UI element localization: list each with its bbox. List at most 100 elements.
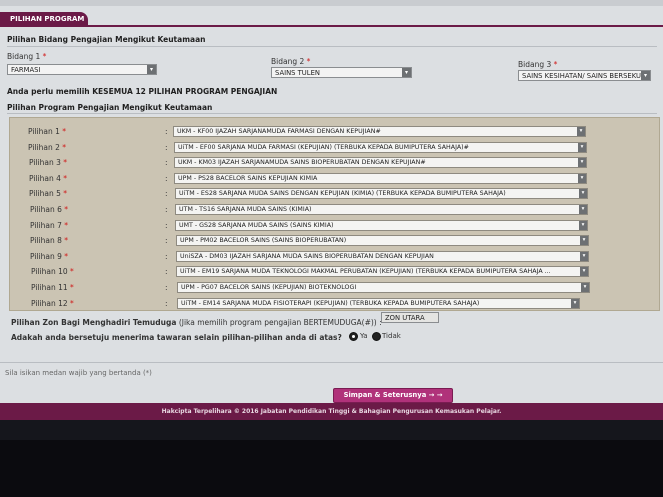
radio-tidak-label: Tidak bbox=[382, 332, 401, 340]
pilihan-select-value: UMT - GS28 SARJANA MUDA SAINS (SAINS KIM… bbox=[179, 222, 334, 229]
pilihan-label: Pilihan 8 * bbox=[30, 236, 68, 245]
dropdown-arrow-icon: ▾ bbox=[578, 174, 586, 183]
tawaran-question: Adakah anda bersetuju menerima tawaran s… bbox=[11, 333, 342, 342]
dropdown-arrow-icon: ▾ bbox=[580, 252, 588, 261]
pilihan-select-value: UiTM - ES28 SARJANA MUDA SAINS DENGAN KE… bbox=[179, 190, 506, 197]
pilihan-label-text: Pilihan 9 bbox=[30, 252, 62, 261]
pilihan-select[interactable]: UPM - PG07 BACELOR SAINS (KEPUJIAN) BIOT… bbox=[177, 282, 590, 293]
pilihan-select[interactable]: UiTM - EM19 SARJANA MUDA TEKNOLOGI MAKMA… bbox=[176, 266, 589, 277]
bidang-2-label: Bidang 2 * bbox=[271, 57, 311, 66]
pilihan-label-text: Pilihan 1 bbox=[28, 127, 60, 136]
dropdown-arrow-icon: ▾ bbox=[581, 283, 589, 292]
colon: : bbox=[165, 299, 168, 308]
dropdown-arrow-icon: ▾ bbox=[580, 236, 588, 245]
pilihan-select-value: UPM - PS28 BACELOR SAINS KEPUJIAN KIMIA bbox=[178, 175, 318, 182]
pilihan-label-text: Pilihan 10 bbox=[31, 267, 68, 276]
tab-rule bbox=[88, 25, 663, 27]
pilihan-label-text: Pilihan 2 bbox=[28, 143, 60, 152]
zon-label: Pilihan Zon Bagi Menghadiri Temuduga (Ji… bbox=[11, 318, 382, 327]
pilihan-label: Pilihan 2 * bbox=[28, 143, 66, 152]
colon: : bbox=[165, 205, 168, 214]
radio-tidak[interactable] bbox=[372, 332, 381, 341]
pilihan-select[interactable]: UKM - KF00 IJAZAH SARJANAMUDA FARMASI DE… bbox=[173, 126, 586, 137]
divider bbox=[7, 113, 657, 114]
dropdown-arrow-icon: ▾ bbox=[641, 71, 650, 80]
required-mark: * bbox=[64, 205, 69, 214]
dropdown-arrow-icon: ▾ bbox=[402, 68, 411, 77]
pilihan-select[interactable]: UiTM - ES28 SARJANA MUDA SAINS DENGAN KE… bbox=[175, 188, 588, 199]
pilihan-label: Pilihan 3 * bbox=[29, 158, 67, 167]
pilihan-select[interactable]: UiTM - EF00 SARJANA MUDA FARMASI (KEPUJI… bbox=[174, 142, 587, 153]
required-mark: * bbox=[62, 143, 67, 152]
pilihan-select[interactable]: UKM - KM03 IJAZAH SARJANAMUDA SAINS BIOP… bbox=[174, 157, 587, 168]
bidang-section-title: Pilihan Bidang Pengajian Mengikut Keutam… bbox=[7, 35, 206, 44]
required-mark: * bbox=[70, 299, 74, 308]
bidang-1-label: Bidang 1 * bbox=[7, 52, 47, 61]
pilihan-label: Pilihan 1 * bbox=[28, 127, 66, 136]
dropdown-arrow-icon: ▾ bbox=[571, 299, 579, 308]
taskbar bbox=[0, 420, 663, 440]
required-mark: * bbox=[64, 236, 69, 245]
pilihan-label-text: Pilihan 7 bbox=[30, 221, 62, 230]
dropdown-arrow-icon: ▾ bbox=[580, 267, 588, 276]
colon: : bbox=[165, 236, 168, 245]
colon: : bbox=[165, 221, 168, 230]
bidang-3-label: Bidang 3 * bbox=[518, 60, 558, 69]
pilihan-label: Pilihan 6 * bbox=[30, 205, 68, 214]
pilihan-select-value: UiTM - EF00 SARJANA MUDA FARMASI (KEPUJI… bbox=[178, 144, 469, 151]
pilihan-label-text: Pilihan 12 bbox=[31, 299, 68, 308]
dropdown-arrow-icon: ▾ bbox=[579, 205, 587, 214]
pilihan-label: Pilihan 7 * bbox=[30, 221, 68, 230]
radio-ya-label: Ya bbox=[360, 332, 368, 340]
divider bbox=[7, 46, 657, 47]
bidang-1-select[interactable]: FARMASI ▾ bbox=[7, 64, 157, 75]
colon: : bbox=[165, 143, 168, 152]
required-mark: * bbox=[63, 189, 68, 198]
bidang-2-select[interactable]: SAINS TULEN ▾ bbox=[271, 67, 412, 78]
pilihan-label: Pilihan 5 * bbox=[29, 189, 67, 198]
pilihan-select[interactable]: UiTM - EM14 SARJANA MUDA FISIOTERAPI (KE… bbox=[177, 298, 580, 309]
pilihan-select[interactable]: UniSZA - DM03 IJAZAH SARJANA MUDA SAINS … bbox=[176, 251, 589, 262]
required-mark: * bbox=[63, 158, 68, 167]
pilihan-label: Pilihan 4 * bbox=[29, 174, 67, 183]
colon: : bbox=[165, 283, 168, 292]
monitor-bezel bbox=[0, 440, 663, 497]
pilihan-label-text: Pilihan 6 bbox=[30, 205, 62, 214]
pilihan-label-text: Pilihan 5 bbox=[29, 189, 61, 198]
dropdown-arrow-icon: ▾ bbox=[578, 158, 586, 167]
save-continue-button[interactable]: Simpan & Seterusnya → → bbox=[333, 388, 453, 403]
required-mark: * bbox=[63, 174, 68, 183]
footer: Hakcipta Terpelihara © 2016 Jabatan Pend… bbox=[0, 403, 663, 420]
required-mark: * bbox=[70, 267, 74, 276]
colon: : bbox=[165, 267, 168, 276]
required-mark: * bbox=[64, 252, 69, 261]
required-note: Sila isikan medan wajib yang bertanda (*… bbox=[5, 369, 152, 377]
pilihan-select[interactable]: UPM - PM02 BACELOR SAINS (SAINS BIOPERUB… bbox=[176, 235, 589, 246]
pilihan-select-value: UniSZA - DM03 IJAZAH SARJANA MUDA SAINS … bbox=[180, 253, 434, 260]
page-tab-pilihan-program: PILIHAN PROGRAM bbox=[0, 12, 88, 27]
pilihan-label-text: Pilihan 4 bbox=[29, 174, 61, 183]
colon: : bbox=[165, 189, 168, 198]
pilihan-select-value: UiTM - EM19 SARJANA MUDA TEKNOLOGI MAKMA… bbox=[180, 268, 551, 275]
zon-select[interactable]: ZON UTARA bbox=[381, 312, 439, 323]
pilihan-select-value: UPM - PM02 BACELOR SAINS (SAINS BIOPERUB… bbox=[180, 237, 347, 244]
colon: : bbox=[165, 174, 168, 183]
radio-ya[interactable] bbox=[349, 332, 358, 341]
required-mark: * bbox=[64, 221, 69, 230]
bidang-3-select[interactable]: SAINS KESIHATAN/ SAINS BERSEKUTU ▾ bbox=[518, 70, 651, 81]
colon: : bbox=[165, 158, 168, 167]
pilihan-select-value: UPM - PG07 BACELOR SAINS (KEPUJIAN) BIOT… bbox=[181, 284, 357, 291]
pilihan-label: Pilihan 11 * bbox=[31, 283, 74, 292]
pilihan-select-value: UTM - TS16 SARJANA MUDA SAINS (KIMIA) bbox=[179, 206, 312, 213]
pilihan-select-value: UiTM - EM14 SARJANA MUDA FISIOTERAPI (KE… bbox=[181, 300, 480, 307]
dropdown-arrow-icon: ▾ bbox=[579, 189, 587, 198]
dropdown-arrow-icon: ▾ bbox=[147, 65, 156, 74]
pilihan-select[interactable]: UMT - GS28 SARJANA MUDA SAINS (SAINS KIM… bbox=[175, 220, 588, 231]
notice-text: Anda perlu memilih KESEMUA 12 PILIHAN PR… bbox=[7, 87, 278, 96]
pilihan-select-value: UKM - KF00 IJAZAH SARJANAMUDA FARMASI DE… bbox=[177, 128, 381, 135]
required-mark: * bbox=[62, 127, 67, 136]
pilihan-select[interactable]: UPM - PS28 BACELOR SAINS KEPUJIAN KIMIA ▾ bbox=[174, 173, 587, 184]
pilihan-label-text: Pilihan 8 bbox=[30, 236, 62, 245]
required-mark: * bbox=[70, 283, 74, 292]
pilihan-select[interactable]: UTM - TS16 SARJANA MUDA SAINS (KIMIA) ▾ bbox=[175, 204, 588, 215]
